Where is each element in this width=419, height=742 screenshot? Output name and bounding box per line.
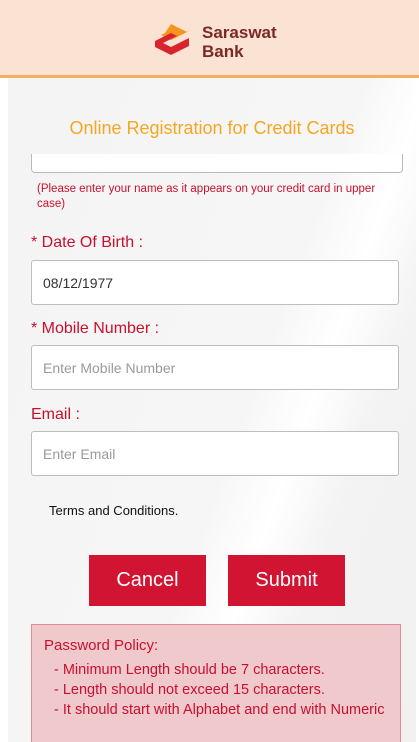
brand-name-line1: Saraswat	[202, 23, 277, 42]
policy-rule: - Minimum Length should be 7 characters.	[54, 662, 325, 678]
app-header: Saraswat Bank	[0, 0, 419, 78]
password-policy-box: Password Policy: - Minimum Length should…	[31, 624, 401, 742]
email-field[interactable]	[31, 431, 399, 476]
policy-title: Password Policy:	[44, 637, 159, 654]
brand-name-line2: Bank	[202, 42, 244, 61]
dob-field[interactable]	[31, 260, 399, 305]
policy-rule: - It should start with Alphabet and end …	[54, 702, 385, 718]
email-label: Email :	[31, 406, 80, 423]
registration-form: Online Registration for Credit Cards (Pl…	[8, 78, 416, 742]
name-hint: (Please enter your name as it appears on…	[37, 183, 376, 210]
saraswat-bank-logo-icon	[155, 22, 189, 55]
submit-button[interactable]: Submit	[228, 555, 345, 606]
name-field[interactable]	[31, 154, 403, 173]
policy-rule: - Length should not exceed 15 characters…	[54, 682, 325, 698]
cancel-button[interactable]: Cancel	[89, 555, 206, 606]
mobile-field[interactable]	[31, 345, 399, 390]
terms-link[interactable]: Terms and Conditions.	[49, 503, 178, 518]
mobile-label: * Mobile Number :	[31, 320, 160, 337]
dob-label: * Date Of Birth :	[31, 234, 144, 251]
page-title: Online Registration for Credit Cards	[69, 118, 355, 138]
